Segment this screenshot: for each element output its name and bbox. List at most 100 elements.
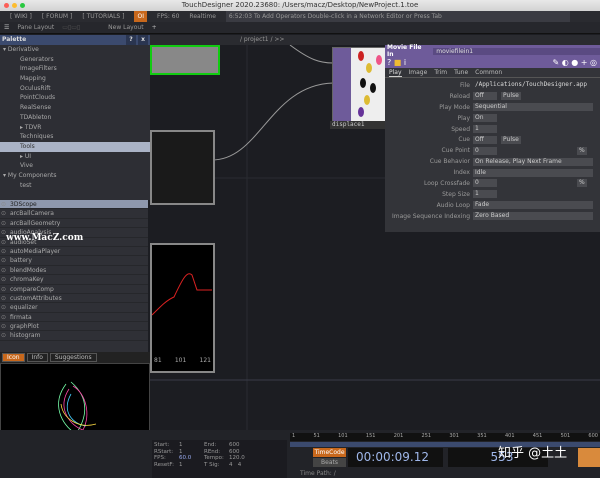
param-value[interactable]: Zero Based — [473, 212, 593, 221]
param-extra[interactable]: % — [577, 146, 587, 155]
tree-item[interactable]: PointClouds — [0, 93, 150, 103]
ruler-tick: 351 — [477, 433, 487, 439]
oi-button[interactable]: OI — [134, 11, 147, 22]
param-extra[interactable]: Pulse — [501, 135, 521, 144]
layout-presets[interactable]: ▭▯▭▯ — [62, 22, 80, 33]
list-item[interactable]: arcBallGeometry — [0, 219, 148, 229]
tree-item[interactable]: ▸ UI — [0, 152, 150, 162]
tab-info[interactable]: Info — [26, 353, 48, 362]
param-value[interactable]: /Applications/TouchDesigner.app — [473, 81, 589, 89]
ruler-tick: 151 — [365, 433, 376, 439]
list-item[interactable]: 3DScope — [0, 200, 148, 210]
tab-tune[interactable]: Tune — [454, 68, 468, 77]
new-layout-button[interactable]: New Layout — [108, 22, 143, 33]
tree-item[interactable]: ▸ TDVR — [0, 123, 150, 133]
param-extra[interactable]: % — [577, 179, 587, 188]
param-row: Index Idle — [385, 167, 600, 178]
palette-title: Palette — [2, 36, 27, 43]
tree-item[interactable]: Techniques — [0, 132, 150, 142]
timecode-button[interactable]: TimeCode — [313, 448, 346, 457]
beats-button[interactable]: Beats — [313, 458, 346, 467]
tsig-num[interactable]: 4 — [229, 462, 233, 468]
tree-item[interactable]: ImageFilters — [0, 64, 150, 74]
resetf-field[interactable]: 1 — [179, 462, 204, 469]
param-value[interactable]: 1 — [473, 190, 497, 199]
param-value[interactable]: On Release, Play Next Frame — [473, 157, 593, 166]
chart-node[interactable]: 81 101 121 — [150, 243, 215, 373]
forum-link[interactable]: [ FORUM ] — [42, 11, 72, 22]
list-item[interactable]: graphPlot — [0, 322, 148, 332]
timeline-settings: Start: 1 End: 600 RStart: 1 REnd: 600 FPS: 60.0… — [152, 440, 287, 478]
tree-item[interactable]: OculusRift — [0, 84, 150, 94]
tab-common[interactable]: Common — [475, 68, 502, 77]
param-value[interactable]: 0 — [473, 146, 497, 155]
param-label: File — [459, 81, 470, 89]
tree-item[interactable]: RealSense — [0, 103, 150, 113]
param-value[interactable]: Sequential — [473, 103, 593, 112]
tab-trim[interactable]: Trim — [434, 68, 447, 77]
close-palette-button[interactable]: x — [138, 35, 148, 45]
param-extra[interactable]: Pulse — [501, 92, 521, 101]
tree-item[interactable]: test — [0, 181, 150, 191]
tutorials-link[interactable]: [ TUTORIALS ] — [82, 11, 124, 22]
list-item[interactable]: chromaKey — [0, 275, 148, 285]
top-node[interactable] — [150, 45, 220, 75]
timeline-ruler[interactable]: 1 51 101 151 201 251 301 351 401 451 501 600 — [290, 433, 600, 441]
timeline-bar: Start: 1 End: 600 RStart: 1 REnd: 600 FPS: 60.0… — [0, 430, 600, 478]
list-icon[interactable]: ☰ — [4, 22, 9, 33]
list-item[interactable]: histogram — [0, 331, 148, 341]
maximize-window-button[interactable] — [20, 3, 25, 8]
param-value[interactable]: Off — [473, 135, 497, 144]
list-item[interactable]: firmata — [0, 313, 148, 323]
tree-item[interactable]: Mapping — [0, 74, 150, 84]
list-item[interactable]: compareComp — [0, 285, 148, 294]
list-item[interactable]: arcBallCamera — [0, 209, 148, 219]
python-icon[interactable]: ■ — [394, 58, 402, 67]
param-row: Play Mode Sequential — [385, 102, 600, 113]
tsig-field[interactable]: 4 4 — [229, 462, 254, 469]
tree-item[interactable]: TDAbleton — [0, 113, 150, 123]
help-button[interactable]: ? — [126, 35, 136, 45]
ruler-tick: 301 — [449, 433, 459, 439]
tab-play[interactable]: Play — [389, 68, 402, 77]
param-value[interactable]: 1 — [473, 125, 497, 133]
list-item[interactable]: equalizer — [0, 303, 148, 313]
minimize-window-button[interactable] — [12, 3, 17, 8]
label: T Sig: — [204, 461, 220, 468]
dark-node[interactable] — [150, 130, 215, 205]
tsig-den[interactable]: 4 — [238, 462, 242, 468]
param-tools-icons[interactable]: ✎ ◐ ● + ◎ — [552, 57, 600, 68]
help-icon[interactable]: ? — [387, 58, 394, 67]
info-icon[interactable]: i — [404, 58, 406, 67]
pane-layout-label: Pane Layout — [17, 24, 55, 31]
param-value[interactable]: On — [473, 114, 497, 123]
palette-tree: ▾ Derivative Generators ImageFilters Mappin… — [0, 45, 150, 200]
realtime-toggle[interactable]: Realtime — [189, 11, 216, 22]
tree-item[interactable]: ▾ Derivative — [0, 45, 150, 55]
close-window-button[interactable] — [4, 3, 9, 8]
param-value[interactable]: 0 — [473, 179, 497, 188]
tab-icon[interactable]: Icon — [2, 353, 25, 362]
displace-node[interactable] — [332, 47, 388, 122]
param-value[interactable]: Off — [473, 92, 497, 101]
list-item[interactable]: autoMediaPlayer — [0, 247, 148, 257]
network-path[interactable]: / project1 / >> — [240, 36, 284, 43]
tree-item[interactable]: Tools — [0, 141, 150, 152]
list-item[interactable]: battery — [0, 256, 148, 266]
list-item[interactable]: blendModes — [0, 266, 148, 276]
param-row: Cue Off Pulse — [385, 134, 600, 145]
tree-item[interactable]: Generators — [0, 55, 150, 65]
add-layout-button[interactable]: + — [152, 22, 157, 33]
window-title: TouchDesigner 2020.23680: /Users/macz/De… — [181, 1, 419, 9]
wiki-link[interactable]: [ WIKI ] — [10, 11, 32, 22]
tree-item[interactable]: ▾ My Components — [0, 171, 150, 181]
param-value[interactable]: Idle — [473, 168, 593, 177]
tab-image[interactable]: Image — [409, 68, 428, 77]
play-controls[interactable] — [578, 448, 600, 467]
op-name-field[interactable]: moviefilein1 — [433, 47, 600, 55]
param-label: Cue — [458, 136, 470, 144]
list-item[interactable]: customAttributes — [0, 294, 148, 304]
param-value[interactable]: Fade — [473, 201, 593, 210]
tree-item[interactable]: Vive — [0, 161, 150, 171]
tab-suggestions[interactable]: Suggestions — [49, 353, 97, 362]
